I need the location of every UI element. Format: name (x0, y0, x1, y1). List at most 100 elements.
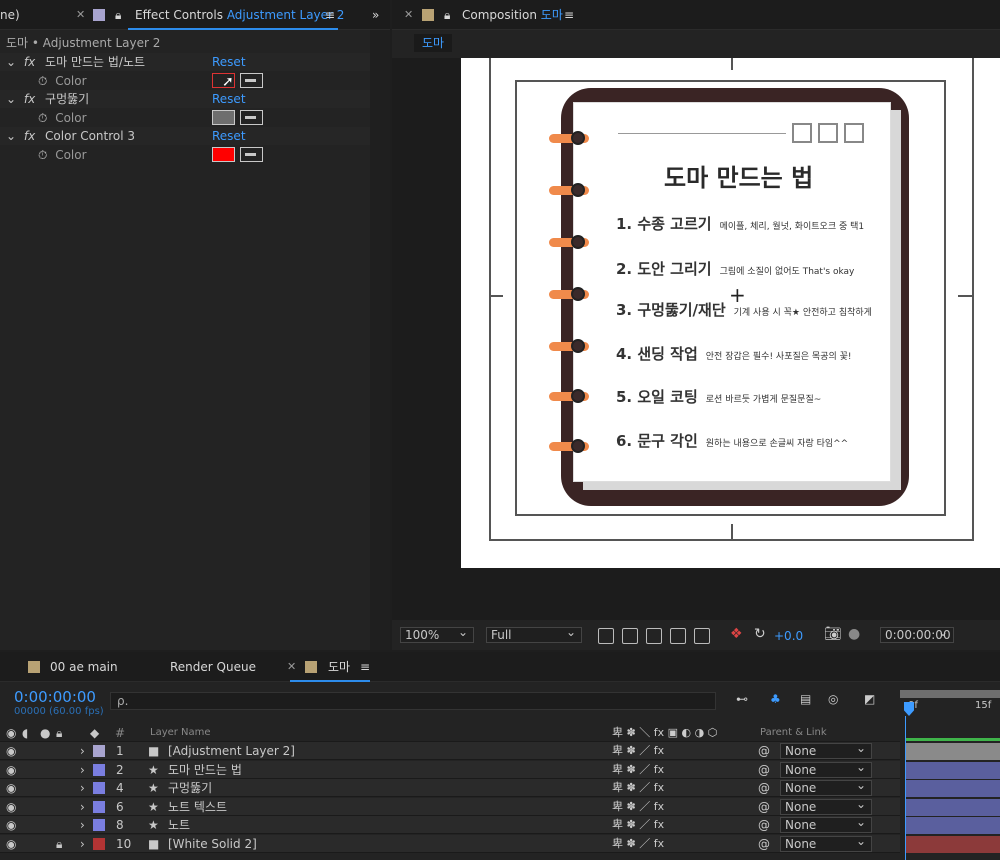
color-swatch[interactable] (212, 147, 235, 162)
pickwhip-icon[interactable]: @ (758, 798, 770, 816)
timeline-timecode[interactable]: 0:00:00:00 (14, 688, 96, 706)
layer-name[interactable]: [White Solid 2] (168, 835, 257, 853)
layer-name[interactable]: [Adjustment Layer 2] (168, 742, 295, 760)
pickwhip-icon[interactable]: @ (758, 816, 770, 834)
camera-icon[interactable]: 📷︎ (824, 626, 842, 642)
exposure-value[interactable]: +0.0 (774, 629, 803, 643)
comp-viewer[interactable]: 도마 만드는 법 1. 수종 고르기 메이플, 체리, 월넛, 화이트오크 중 택… (392, 58, 1000, 620)
timeline-search-input[interactable]: ρ. (110, 692, 716, 710)
eye-icon[interactable]: ◉ (6, 742, 16, 760)
lock-icon[interactable]: 🔒︎ (444, 0, 450, 30)
label-swatch[interactable] (93, 745, 105, 757)
layer-duration-bar[interactable] (906, 780, 1000, 798)
grid-guides-icon[interactable] (694, 628, 710, 644)
eye-icon[interactable]: ◉ (6, 835, 16, 853)
parent-dropdown[interactable]: None (780, 815, 872, 834)
close-icon[interactable]: ✕ (76, 0, 85, 30)
label-tag-icon[interactable]: ◆ (90, 724, 99, 742)
close-icon[interactable]: ✕ (404, 0, 413, 30)
layer-row[interactable]: ◉ 🔒︎ › 10 ■ [White Solid 2] 卑 ✽ ／ fx @ None (0, 834, 900, 853)
panel-menu-icon[interactable]: ≡ (325, 0, 335, 30)
show-snapshot-icon[interactable]: ● (848, 626, 860, 642)
parent-dropdown[interactable]: None (780, 741, 872, 759)
parent-dropdown[interactable]: None (780, 797, 872, 815)
snapshot-icon[interactable] (598, 628, 614, 644)
label-swatch[interactable] (93, 838, 105, 850)
layer-duration-bar[interactable] (906, 836, 1000, 853)
effect-row[interactable]: ⌄ fx 도마 만드는 법/노트 (0, 53, 370, 71)
pickwhip-icon[interactable]: @ (758, 779, 770, 797)
pickwhip-icon[interactable]: @ (758, 761, 770, 779)
panel-menu-icon[interactable]: ≡ (360, 652, 370, 682)
stopwatch-icon[interactable]: ⏱︎ (38, 148, 47, 162)
col-layer-name[interactable]: Layer Name (150, 724, 211, 742)
parent-dropdown[interactable]: None (780, 778, 872, 797)
lock-icon[interactable]: 🔒︎ (115, 0, 121, 30)
layer-duration-bar[interactable] (906, 817, 1000, 835)
layer-row[interactable]: ◉ › 6 ★ 노트 텍스트 卑 ✽ ／ fx @ None (0, 797, 900, 816)
parent-dropdown[interactable]: None (780, 760, 872, 778)
layer-row[interactable]: ◉ › 2 ★ 도마 만드는 법 卑 ✽ ／ fx @ None (0, 760, 900, 779)
layer-name[interactable]: 구멍뚫기 (168, 779, 212, 797)
expand-panels-icon[interactable]: » (372, 0, 379, 30)
chevron-right-icon[interactable]: › (80, 798, 85, 816)
layer-name[interactable]: 노트 텍스트 (168, 798, 227, 816)
panel-scrollbar[interactable] (370, 30, 390, 650)
chevron-down-icon[interactable]: ⌄ (6, 129, 16, 143)
zoom-dropdown[interactable]: 100% (400, 625, 474, 643)
label-swatch[interactable] (93, 782, 105, 795)
layer-row[interactable]: ◉ › 4 ★ 구멍뚫기 卑 ✽ ／ fx @ None (0, 778, 900, 798)
label-swatch[interactable] (93, 763, 105, 776)
fx-icon[interactable]: fx (24, 129, 35, 143)
layer-duration-bar[interactable] (906, 743, 1000, 760)
time-ruler[interactable]: 0f 15f (900, 688, 1000, 738)
playhead[interactable] (904, 702, 914, 716)
panel-menu-icon[interactable]: ≡ (564, 0, 574, 30)
fx-icon[interactable]: fx (24, 55, 35, 69)
tab-effect-controls[interactable]: Effect Controls Adjustment Layer 2 (135, 0, 344, 30)
eye-icon[interactable]: ◉ (6, 779, 16, 797)
lock-icon[interactable]: 🔒︎ (56, 835, 62, 853)
solo-icon[interactable]: ● (40, 724, 50, 742)
label-swatch[interactable] (93, 819, 105, 832)
tab-00-ae-main[interactable]: 00 ae main (50, 652, 118, 682)
channel-icon[interactable]: ❖ (730, 626, 743, 642)
label-swatch[interactable] (93, 800, 105, 813)
partial-tab[interactable]: ne) (0, 0, 20, 30)
layer-row[interactable]: ◉ › 1 ■ [Adjustment Layer 2] 卑 ✽ ／ fx @ None (0, 741, 900, 760)
fx-icon[interactable]: fx (24, 92, 35, 106)
anchor-point-icon[interactable]: + (729, 283, 746, 307)
reset-exposure-icon[interactable]: ↻ (754, 626, 766, 642)
transparency-grid-icon[interactable] (622, 628, 638, 644)
stopwatch-icon[interactable]: ⏱︎ (38, 111, 47, 125)
chevron-down-icon[interactable]: ⌄ (6, 92, 16, 106)
audio-icon[interactable]: ◖ (22, 724, 28, 742)
pickwhip-icon[interactable]: @ (758, 835, 770, 853)
safe-zones-icon[interactable] (670, 628, 686, 644)
eyedropper-icon[interactable] (240, 147, 263, 162)
close-icon[interactable]: ✕ (287, 652, 296, 682)
motion-blur-icon[interactable]: ◎ (828, 692, 838, 706)
comp-breadcrumb[interactable]: 도마 (414, 34, 453, 52)
effect-row[interactable]: ⌄ fx Color Control 3 (0, 127, 370, 145)
chevron-right-icon[interactable]: › (80, 835, 85, 853)
layer-name[interactable]: 도마 만드는 법 (168, 761, 242, 779)
reset-button[interactable]: Reset (212, 55, 246, 69)
effect-row[interactable]: ⌄ fx 구멍뚫기 (0, 90, 370, 108)
layer-name[interactable]: 노트 (168, 816, 190, 834)
chevron-right-icon[interactable]: › (80, 779, 85, 797)
pickwhip-icon[interactable]: @ (758, 742, 770, 760)
stopwatch-icon[interactable]: ⏱︎ (38, 74, 47, 88)
draft-3d-icon[interactable]: ⊷ (736, 692, 748, 706)
color-swatch[interactable] (212, 110, 235, 125)
tab-composition[interactable]: Composition 도마 (462, 0, 563, 30)
shy-icon[interactable]: ♣ (770, 692, 781, 706)
parent-dropdown[interactable]: None (780, 834, 872, 852)
graph-editor-icon[interactable]: ◩ (864, 692, 875, 706)
lock-icon[interactable]: 🔒︎ (56, 724, 62, 742)
chevron-right-icon[interactable]: › (80, 816, 85, 834)
frame-blend-icon[interactable]: ▤ (800, 692, 811, 706)
layer-duration-bar[interactable] (906, 761, 1000, 779)
chevron-right-icon[interactable]: › (80, 761, 85, 779)
mask-toggle-icon[interactable] (646, 628, 662, 644)
